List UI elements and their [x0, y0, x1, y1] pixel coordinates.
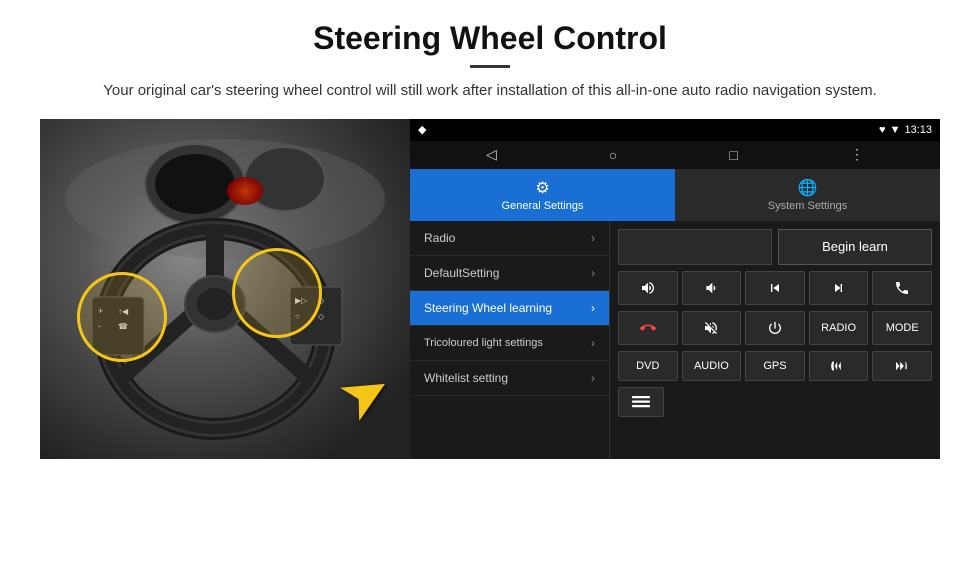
mode-text: MODE — [886, 322, 919, 334]
menu-item-steering[interactable]: Steering Wheel learning › — [410, 291, 609, 326]
menu-list-icon-button[interactable] — [618, 387, 664, 417]
menu-list: Radio › DefaultSetting › Steering Wheel … — [410, 221, 940, 459]
content-panel: Begin learn — [610, 221, 940, 459]
volume-up-icon — [640, 280, 656, 296]
phone-prev-button[interactable] — [809, 351, 869, 381]
menu-icon[interactable]: ⋮ — [850, 146, 864, 163]
home-icon[interactable]: ○ — [609, 147, 617, 163]
wifi-icon: ▼ — [890, 124, 901, 136]
chevron-icon: › — [591, 266, 595, 280]
menu-items: Radio › DefaultSetting › Steering Wheel … — [410, 221, 610, 459]
dvd-button[interactable]: DVD — [618, 351, 678, 381]
steering-panel: + ↑◀ - ☎ ▶▷ ◇ ○ ◇ ➤ — [40, 119, 410, 459]
skip-forward-button[interactable] — [872, 351, 932, 381]
back-icon[interactable]: ◁ — [486, 146, 497, 163]
audio-button[interactable]: AUDIO — [682, 351, 742, 381]
circle-right-highlight — [232, 248, 322, 338]
phone-button[interactable] — [872, 271, 932, 305]
status-bar: ◆ ♥ ▼ 13:13 — [410, 119, 940, 141]
signal-icon: ♥ — [879, 124, 886, 136]
title-divider — [470, 65, 510, 68]
recents-icon[interactable]: □ — [729, 147, 737, 163]
last-row — [618, 387, 932, 417]
phone-icon — [894, 280, 910, 296]
prev-track-icon — [767, 280, 783, 296]
prev-track-button[interactable] — [745, 271, 805, 305]
menu-item-radio[interactable]: Radio › — [410, 221, 609, 256]
menu-item-whitelist[interactable]: Whitelist setting › — [410, 361, 609, 396]
dvd-text: DVD — [636, 360, 659, 372]
button-row3: DVD AUDIO GPS — [618, 351, 932, 381]
tab-general-settings[interactable]: ⚙ General Settings — [410, 169, 675, 221]
chevron-icon: › — [591, 336, 595, 350]
gps-button[interactable]: GPS — [745, 351, 805, 381]
chevron-icon: › — [591, 231, 595, 245]
gps-text: GPS — [763, 360, 786, 372]
phone-prev-icon — [830, 359, 848, 373]
mode-button[interactable]: MODE — [872, 311, 932, 345]
gear-icon: ⚙ — [535, 178, 549, 198]
tab-bar: ⚙ General Settings 🌐 System Settings — [410, 169, 940, 221]
system-icon: 🌐 — [798, 178, 818, 198]
tab-system-settings[interactable]: 🌐 System Settings — [675, 169, 940, 221]
power-button[interactable] — [745, 311, 805, 345]
button-grid-row1 — [618, 271, 932, 305]
radio-label-button[interactable]: RADIO — [809, 311, 869, 345]
skip-forward-icon — [893, 359, 911, 373]
status-icons: ♥ ▼ 13:13 — [879, 124, 932, 136]
status-location-icon: ◆ — [418, 123, 426, 136]
next-track-button[interactable] — [809, 271, 869, 305]
radio-text: RADIO — [821, 322, 856, 334]
tab-system-label: System Settings — [768, 200, 847, 212]
hang-up-icon — [640, 320, 656, 336]
next-track-icon — [831, 280, 847, 296]
volume-down-button[interactable] — [682, 271, 742, 305]
menu-item-default[interactable]: DefaultSetting › — [410, 256, 609, 291]
circle-left-highlight — [77, 272, 167, 362]
chevron-icon: › — [591, 301, 595, 315]
hang-up-button[interactable] — [618, 311, 678, 345]
list-icon — [632, 395, 650, 409]
volume-down-icon — [703, 280, 719, 296]
subtitle: Your original car's steering wheel contr… — [40, 80, 940, 103]
chevron-icon: › — [591, 371, 595, 385]
svg-text:◇: ◇ — [318, 312, 325, 321]
page-wrapper: Steering Wheel Control Your original car… — [0, 0, 980, 479]
radio-row: Begin learn — [618, 229, 932, 265]
mute-button[interactable] — [682, 311, 742, 345]
audio-text: AUDIO — [694, 360, 729, 372]
empty-input-box — [618, 229, 772, 265]
volume-up-button[interactable] — [618, 271, 678, 305]
button-grid-row2: RADIO MODE — [618, 311, 932, 345]
mute-icon — [703, 320, 719, 336]
tab-general-label: General Settings — [502, 200, 584, 212]
menu-item-tricoloured[interactable]: Tricoloured light settings › — [410, 326, 609, 361]
begin-learn-button[interactable]: Begin learn — [778, 229, 932, 265]
page-title: Steering Wheel Control — [40, 20, 940, 57]
status-time: 13:13 — [904, 124, 932, 136]
android-panel: ◆ ♥ ▼ 13:13 ◁ ○ □ ⋮ ⚙ General Settings — [410, 119, 940, 459]
nav-bar: ◁ ○ □ ⋮ — [410, 141, 940, 169]
main-content: + ↑◀ - ☎ ▶▷ ◇ ○ ◇ ➤ — [40, 119, 940, 459]
power-icon — [767, 320, 783, 336]
steering-bg: + ↑◀ - ☎ ▶▷ ◇ ○ ◇ ➤ — [40, 119, 410, 459]
